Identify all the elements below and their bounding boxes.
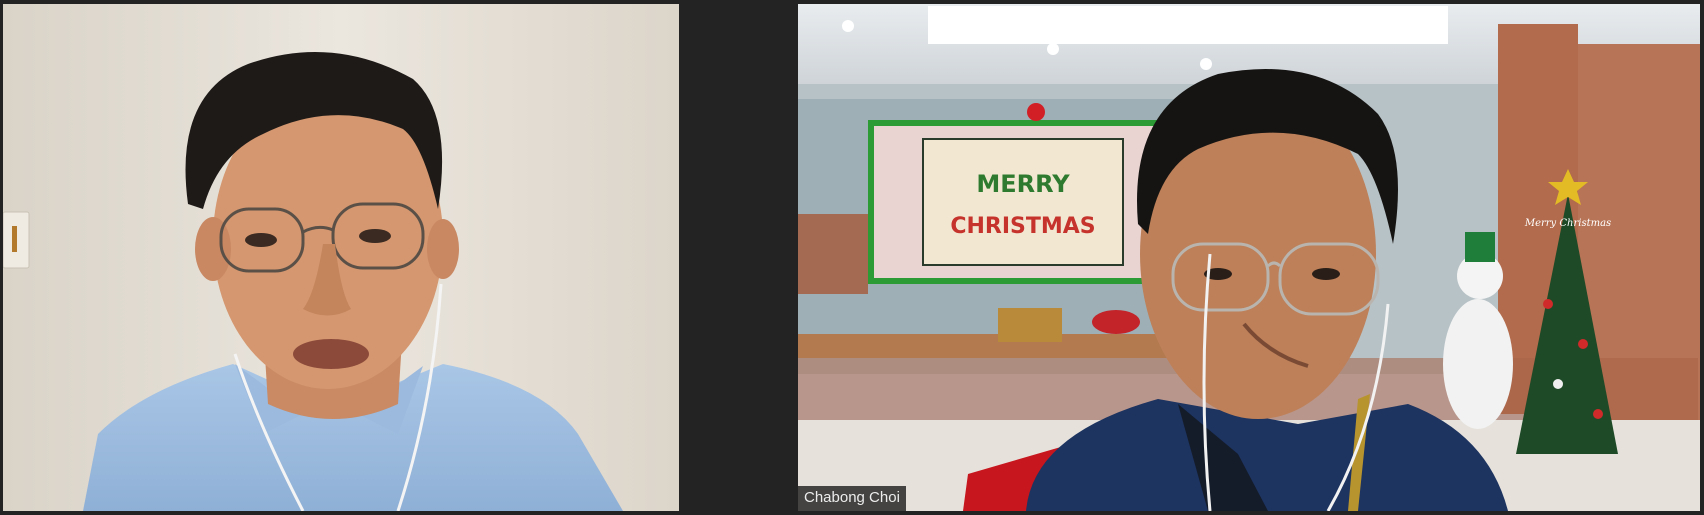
- video-tile-right[interactable]: MERRY CHRISTMAS Merry Christmas Chabong …: [798, 4, 1700, 511]
- participant-name-label: Chabong Choi: [798, 486, 906, 511]
- tree-topper-text: Merry Christmas: [1524, 218, 1611, 229]
- banner-text-line2: CHRISTMAS: [950, 214, 1095, 239]
- banner-text-line1: MERRY: [976, 170, 1070, 198]
- participant-video-right: MERRY CHRISTMAS Merry Christmas: [798, 4, 1700, 511]
- participant-video-left: [3, 4, 679, 511]
- video-tile-left[interactable]: [3, 4, 679, 511]
